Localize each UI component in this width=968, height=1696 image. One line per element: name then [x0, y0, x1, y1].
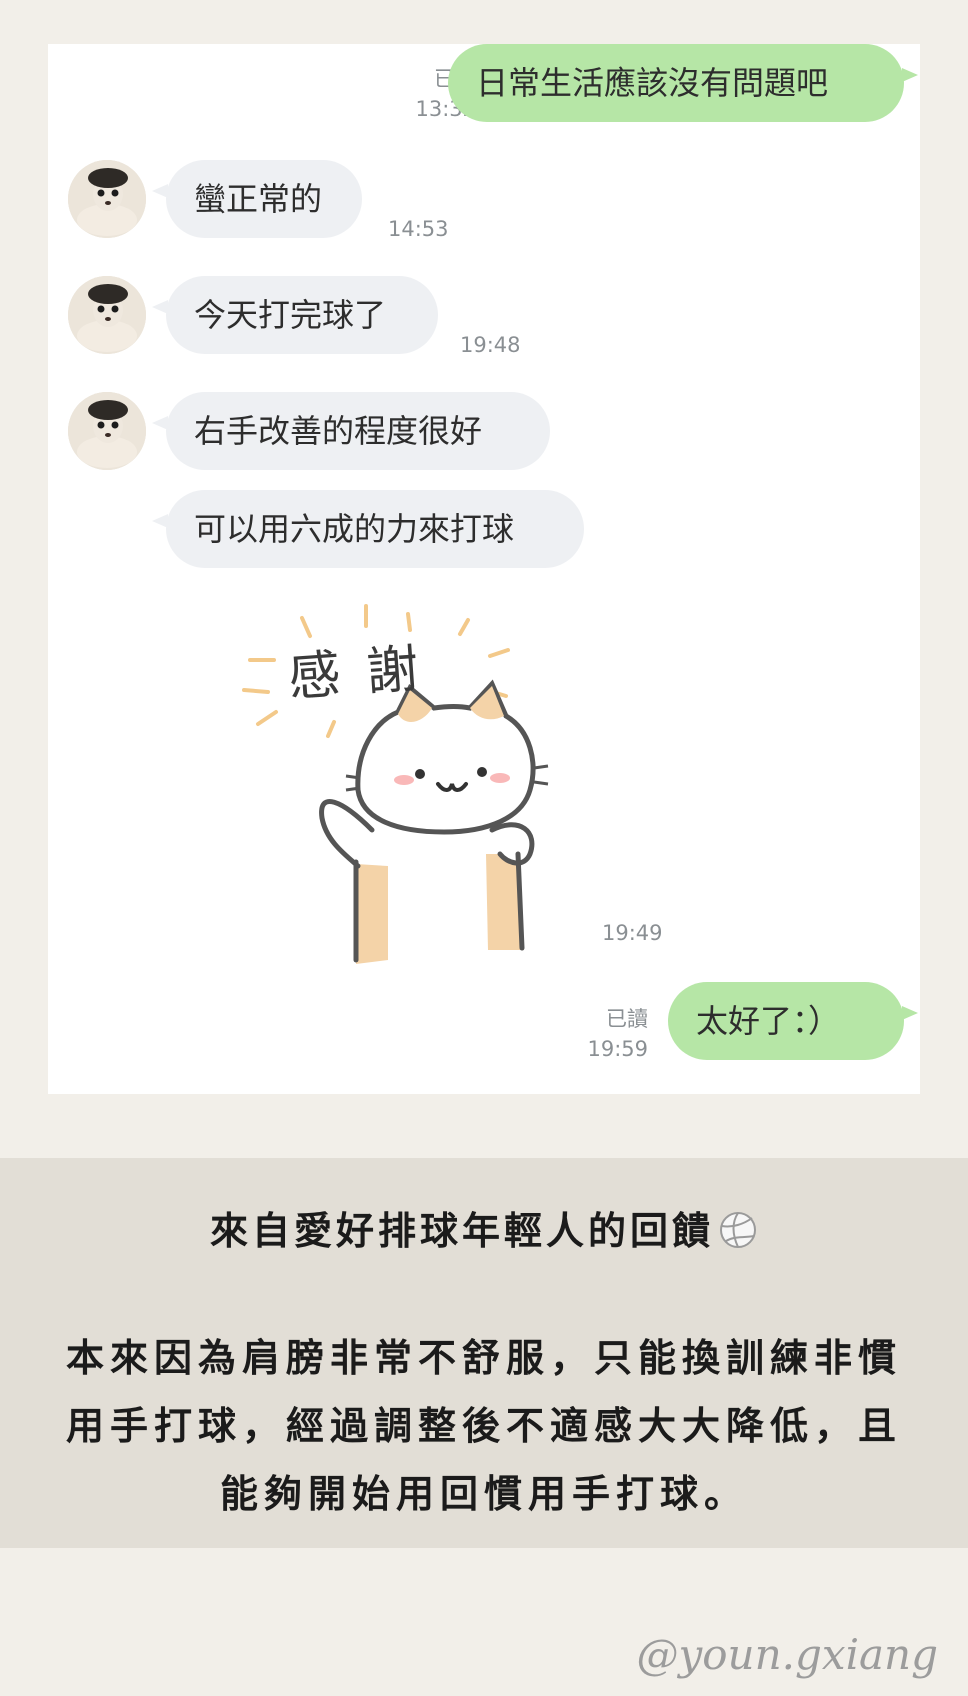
- incoming-message-bubble[interactable]: 可以用六成的力來打球: [166, 490, 584, 568]
- watermark: @youn.gxiang: [636, 1630, 938, 1679]
- outgoing-message-bubble[interactable]: 日常生活應該沒有問題吧: [448, 44, 904, 122]
- outgoing-message-bubble[interactable]: 太好了：）: [668, 982, 904, 1060]
- dog-photo-avatar-icon: [68, 160, 146, 238]
- contact-avatar[interactable]: [68, 276, 146, 354]
- thank-you-cat-sticker[interactable]: 感謝: [238, 604, 578, 984]
- incoming-message-bubble[interactable]: 右手改善的程度很好: [166, 392, 550, 470]
- sticker-caption: 感謝: [286, 637, 447, 709]
- message-time: 19:49: [602, 921, 663, 945]
- bubble-tail: [902, 1006, 918, 1020]
- caption-title: 來自愛好排球年輕人的回饋: [0, 1200, 968, 1255]
- incoming-message-bubble[interactable]: 今天打完球了: [166, 276, 438, 354]
- dog-photo-avatar-icon: [68, 392, 146, 470]
- caption-title-text: 來自愛好排球年輕人的回饋: [209, 1209, 714, 1253]
- incoming-message-bubble[interactable]: 蠻正常的: [166, 160, 362, 238]
- message-time: 14:53: [388, 217, 449, 241]
- contact-avatar[interactable]: [68, 160, 146, 238]
- bubble-tail: [902, 68, 918, 82]
- chat-screenshot: 已讀 13:32 日常生活應該沒有問題吧 蠻正常的 14:53 今天打完球了 1…: [48, 44, 920, 1094]
- volleyball-icon: [720, 1212, 756, 1248]
- caption-body: 本來因為肩膀非常不舒服，只能換訓練非慣用手打球，經過調整後不適感大大降低，且能夠…: [65, 1336, 902, 1516]
- dog-photo-avatar-icon: [68, 276, 146, 354]
- message-time: 19:59: [587, 1037, 648, 1061]
- message-time: 19:48: [460, 333, 521, 357]
- contact-avatar[interactable]: [68, 392, 146, 470]
- read-status: 已讀: [606, 1007, 648, 1031]
